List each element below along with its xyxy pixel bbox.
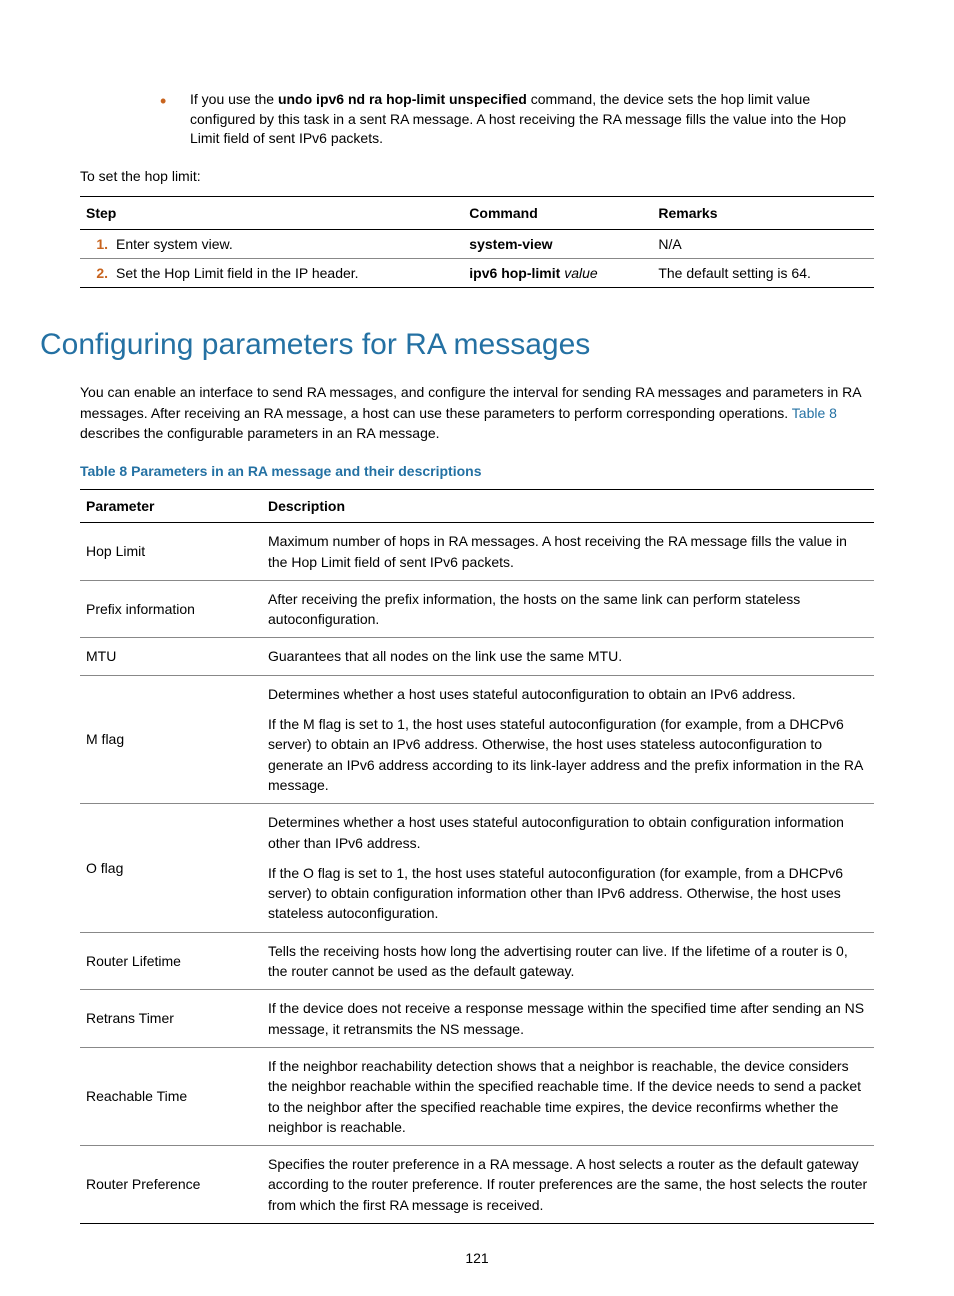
desc-paragraph: If the M flag is set to 1, the host uses…: [268, 714, 868, 795]
steps-header-command: Command: [463, 197, 652, 230]
param-name: Retrans Timer: [80, 990, 262, 1048]
param-name: Hop Limit: [80, 523, 262, 581]
param-name: Router Preference: [80, 1146, 262, 1224]
step-text: Set the Hop Limit field in the IP header…: [116, 265, 359, 281]
step-cmd-bold: ipv6 hop-limit: [469, 265, 564, 281]
table-row: Retrans TimerIf the device does not rece…: [80, 990, 874, 1048]
step-remarks: N/A: [652, 230, 874, 259]
pre-steps-line: To set the hop limit:: [80, 167, 874, 187]
table-row: Router PreferenceSpecifies the router pr…: [80, 1146, 874, 1224]
param-description: Determines whether a host uses stateful …: [262, 804, 874, 932]
table-link[interactable]: Table 8: [792, 405, 837, 421]
para-post: describes the configurable parameters in…: [80, 425, 440, 441]
table-row: Router LifetimeTells the receiving hosts…: [80, 932, 874, 990]
param-description: If the device does not receive a respons…: [262, 990, 874, 1048]
param-description: Maximum number of hops in RA messages. A…: [262, 523, 874, 581]
param-description: Specifies the router preference in a RA …: [262, 1146, 874, 1224]
bullet-icon: •: [160, 90, 190, 149]
param-description: Determines whether a host uses stateful …: [262, 675, 874, 803]
param-description: Tells the receiving hosts how long the a…: [262, 932, 874, 990]
desc-paragraph: If the O flag is set to 1, the host uses…: [268, 863, 868, 924]
section-heading: Configuring parameters for RA messages: [40, 328, 874, 362]
step-text: Enter system view.: [116, 236, 233, 252]
page-number: 121: [0, 1250, 954, 1266]
params-header-parameter: Parameter: [80, 490, 262, 523]
step-index: 1.: [86, 236, 108, 252]
steps-table: Step Command Remarks 1. Enter system vie…: [80, 196, 874, 288]
table-row: 1. Enter system view. system-view N/A: [80, 230, 874, 259]
params-header-description: Description: [262, 490, 874, 523]
table-row: MTU Guarantees that all nodes on the link…: [80, 638, 874, 675]
param-name: Prefix information: [80, 580, 262, 638]
bullet-text: If you use the undo ipv6 nd ra hop-limit…: [190, 90, 874, 149]
steps-header-remarks: Remarks: [652, 197, 874, 230]
desc-paragraph: Determines whether a host uses stateful …: [268, 812, 868, 853]
table-row: 2. Set the Hop Limit field in the IP hea…: [80, 259, 874, 288]
params-table: Parameter Description Hop LimitMaximum n…: [80, 489, 874, 1224]
table-row: M flag Determines whether a host uses sta…: [80, 675, 874, 803]
param-name: M flag: [80, 675, 262, 803]
param-name: Reachable Time: [80, 1047, 262, 1145]
bullet-list-item: • If you use the undo ipv6 nd ra hop-lim…: [160, 90, 874, 149]
step-cmd-bold: system-view: [469, 236, 552, 252]
table-row: Reachable TimeIf the neighbor reachabili…: [80, 1047, 874, 1145]
param-description: Guarantees that all nodes on the link us…: [262, 638, 874, 675]
table-row: Prefix informationAfter receiving the pr…: [80, 580, 874, 638]
steps-header-step: Step: [80, 197, 463, 230]
desc-paragraph: Specifies the router preference in a RA …: [268, 1154, 868, 1215]
bullet-command: undo ipv6 nd ra hop-limit unspecified: [278, 91, 527, 107]
step-index: 2.: [86, 265, 108, 281]
section-paragraph: You can enable an interface to send RA m…: [80, 382, 874, 443]
desc-paragraph: Determines whether a host uses stateful …: [268, 684, 868, 704]
param-description: If the neighbor reachability detection s…: [262, 1047, 874, 1145]
para-pre: You can enable an interface to send RA m…: [80, 384, 861, 420]
desc-paragraph: Guarantees that all nodes on the link us…: [268, 646, 868, 666]
step-cmd-arg: value: [564, 265, 597, 281]
table-caption: Table 8 Parameters in an RA message and …: [80, 463, 874, 479]
desc-paragraph: After receiving the prefix information, …: [268, 589, 868, 630]
desc-paragraph: Tells the receiving hosts how long the a…: [268, 941, 868, 982]
desc-paragraph: If the neighbor reachability detection s…: [268, 1056, 868, 1137]
table-row: O flagDetermines whether a host uses sta…: [80, 804, 874, 932]
param-name: O flag: [80, 804, 262, 932]
param-name: MTU: [80, 638, 262, 675]
page: • If you use the undo ipv6 nd ra hop-lim…: [0, 0, 954, 1296]
param-description: After receiving the prefix information, …: [262, 580, 874, 638]
desc-paragraph: If the device does not receive a respons…: [268, 998, 868, 1039]
desc-paragraph: Maximum number of hops in RA messages. A…: [268, 531, 868, 572]
table-row: Hop LimitMaximum number of hops in RA me…: [80, 523, 874, 581]
bullet-pre: If you use the: [190, 91, 278, 107]
param-name: Router Lifetime: [80, 932, 262, 990]
step-remarks: The default setting is 64.: [652, 259, 874, 288]
